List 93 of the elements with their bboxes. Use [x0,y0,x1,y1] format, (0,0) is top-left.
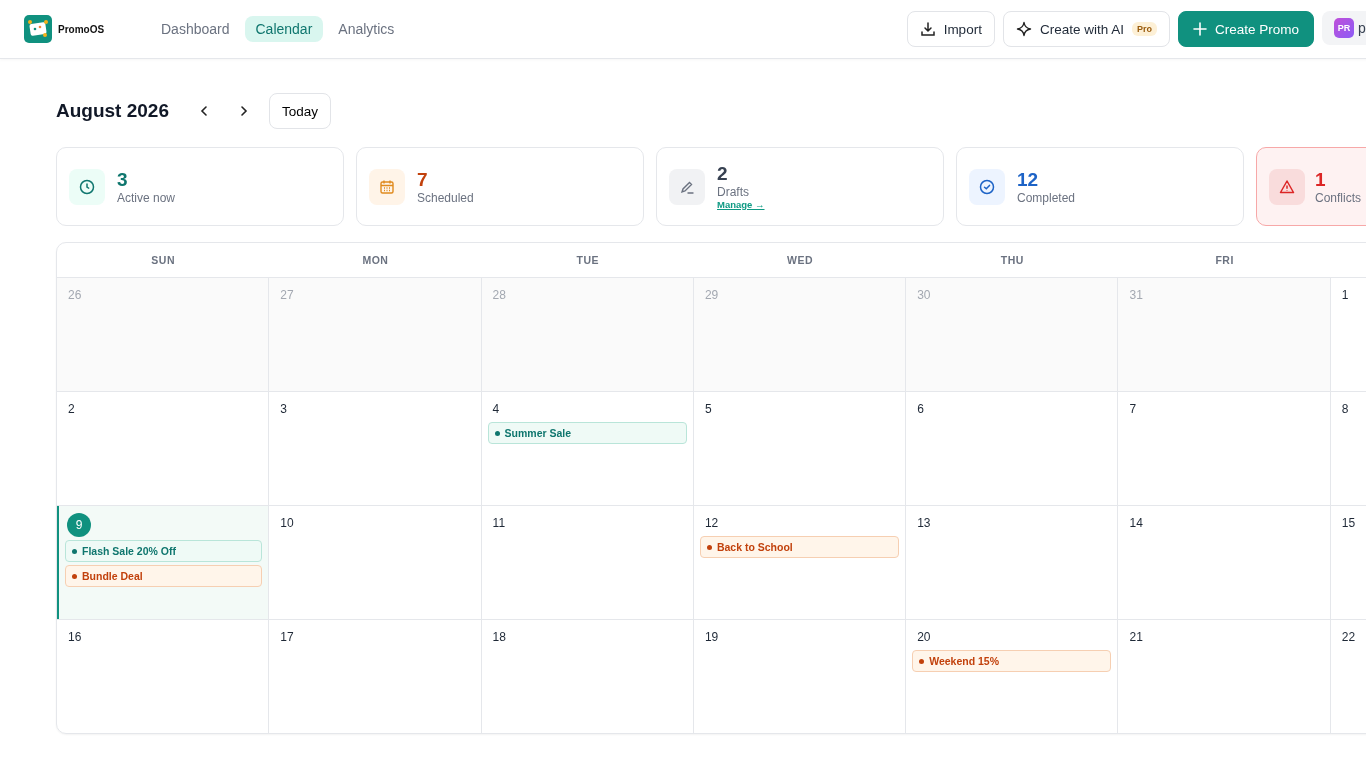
manage-link[interactable]: Manage → [717,199,765,210]
day-number: 26 [67,288,82,304]
stat-label: Conflicts [1315,190,1361,205]
day-number: 6 [916,402,924,418]
day-number: 12 [703,516,719,532]
day-number: 8 [1340,402,1349,418]
day-number: 4 [491,402,500,418]
calendar-icon [379,178,395,195]
user-menu[interactable]: PR p [1322,11,1366,45]
day-cell[interactable]: 8 [1330,392,1366,505]
stat-value: 3 [117,168,129,191]
day-number: 28 [491,288,506,304]
today-button[interactable]: Today [269,93,331,129]
month-title: August 2026 [56,100,169,122]
day-number: 1 [1340,288,1349,304]
day-number: 21 [1128,630,1143,646]
day-cell[interactable]: 14 [1118,506,1331,619]
weekday-header: THU [999,254,1025,266]
stat-value: 1 [1315,168,1327,191]
day-number: 22 [1340,630,1356,646]
day-number: 13 [916,516,931,532]
weekday-header: SUN [150,254,176,266]
day-number: 11 [491,516,506,532]
day-cell[interactable]: 1 [1330,278,1366,391]
day-cell[interactable]: 20 Weekend 15% [906,620,1119,733]
weekday-header: FRI [1214,254,1235,266]
day-cell[interactable]: 15 [1330,506,1366,619]
day-cell[interactable]: 10 [269,506,482,619]
day-cell[interactable]: 9 Flash Sale 20% Off Bundle Deal [57,506,270,619]
day-number: 16 [67,630,82,646]
day-cell[interactable]: 22 [1330,620,1366,733]
day-cell[interactable]: 17 [269,620,482,733]
day-cell[interactable]: 6 [906,392,1119,505]
day-cell[interactable]: 11 [481,506,694,619]
download-icon [919,21,936,37]
logo-icon [24,15,52,43]
day-cell[interactable]: 12 Back to School [693,506,907,619]
day-number: 31 [1128,288,1143,304]
day-cell[interactable]: 21 [1118,620,1331,733]
event-chip[interactable]: Weekend 15% [912,650,1112,672]
day-cell[interactable]: 13 [906,506,1119,619]
day-cell[interactable]: 2 [57,392,270,505]
stat-label: Active now [117,190,176,205]
day-number: 2 [67,402,75,418]
day-number: 17 [279,630,294,646]
day-number: 27 [279,288,294,304]
stat-value: 2 [717,163,729,185]
clock-icon [79,178,95,195]
day-cell[interactable]: 3 [269,392,482,505]
event-chip[interactable]: Back to School [699,536,900,558]
day-number: 20 [916,630,931,646]
day-number: 7 [1128,402,1137,418]
day-cell[interactable]: 4 Summer Sale [481,392,694,505]
day-cell[interactable]: 7 [1118,392,1331,505]
day-number: 14 [1128,516,1143,532]
day-number: 30 [916,288,931,304]
event-chip[interactable]: Summer Sale [487,422,687,444]
check-circle-icon [979,178,995,195]
stat-label: Completed [1017,190,1076,205]
day-number: 3 [279,402,287,418]
avatar: PR [1334,18,1354,38]
day-number: 29 [703,288,719,304]
nav-tab[interactable]: Calendar [244,16,324,42]
stat-value: 7 [417,168,429,191]
weekday-header: MON [361,254,390,266]
day-number: 5 [703,402,712,418]
nav-tab[interactable]: Analytics [327,16,406,42]
day-cell[interactable]: 16 [57,620,270,733]
import-button[interactable]: Import [906,11,995,47]
event-chip[interactable]: Flash Sale 20% Off [65,540,263,562]
day-number: 15 [1340,516,1356,532]
day-number: 19 [703,630,719,646]
stat-label: Scheduled [417,190,474,205]
pro-badge: Pro [1131,22,1157,36]
user-name: p [1358,20,1366,36]
day-number: 10 [279,516,294,532]
day-number: 18 [491,630,506,646]
stat-label: Drafts [717,185,750,199]
weekday-header: WED [786,254,815,266]
create-with-ai-button[interactable]: Create with AI Pro [1002,11,1170,47]
create-promo-button[interactable]: Create Promo [1177,11,1314,47]
weekday-header: TUE [575,254,600,266]
app-name: PromoOS [58,23,105,35]
day-cell[interactable]: 19 [693,620,907,733]
day-cell[interactable]: 18 [481,620,694,733]
sparkle-icon [1015,21,1032,37]
nav-tab[interactable]: Dashboard [150,16,241,42]
plus-icon [1192,22,1207,36]
warning-icon [1279,178,1295,195]
event-chip[interactable]: Bundle Deal [65,565,263,587]
stat-value: 12 [1017,168,1040,191]
today-date-badge: 9 [67,513,91,537]
day-cell[interactable]: 5 [693,392,907,505]
